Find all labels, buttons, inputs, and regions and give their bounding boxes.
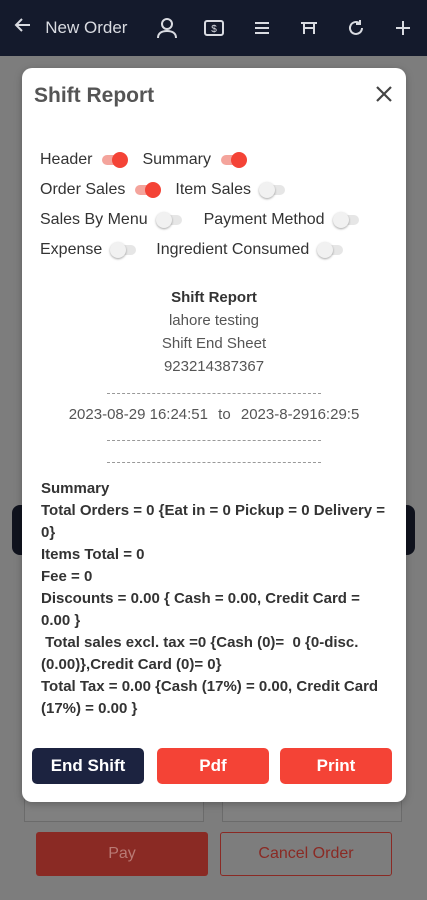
option-label: Expense xyxy=(40,241,103,258)
menu-icon[interactable] xyxy=(238,0,285,56)
item-sales-toggle[interactable] xyxy=(258,181,287,199)
plus-icon[interactable] xyxy=(380,0,427,56)
options-row: Expense Ingredient Consumed xyxy=(40,241,345,259)
cash-register-icon[interactable]: $ xyxy=(191,0,238,56)
option-payment-method: Payment Method xyxy=(204,211,361,229)
option-label: Summary xyxy=(142,151,211,168)
app-topbar: New Order $ xyxy=(0,0,427,56)
print-button[interactable]: Print xyxy=(280,748,392,784)
store-phone: 923214387367 xyxy=(163,358,265,375)
shift-report-dialog: Shift Report Header Summary Order Sales … xyxy=(22,68,406,802)
ingredient-consumed-toggle[interactable] xyxy=(317,241,345,259)
dialog-title: Shift Report xyxy=(34,84,155,107)
option-summary: Summary xyxy=(142,151,247,169)
summary-line: Discounts = 0.00 { Cash = 0.00, Credit C… xyxy=(41,590,360,629)
summary-section: Summary Total Orders = 0 {Eat in = 0 Pic… xyxy=(41,478,393,720)
option-label: Ingredient Consumed xyxy=(156,241,310,258)
divider xyxy=(107,440,321,441)
option-label: Header xyxy=(40,151,93,168)
summary-line: Total Orders = 0 {Eat in = 0 Pickup = 0 … xyxy=(41,502,386,541)
close-icon[interactable] xyxy=(372,82,396,106)
report-header: Shift Report lahore testing Shift End Sh… xyxy=(22,286,406,378)
range-separator: to xyxy=(218,406,231,423)
option-expense: Expense xyxy=(40,241,138,259)
options-row: Sales By Menu Payment Method xyxy=(40,211,361,229)
refresh-icon[interactable] xyxy=(333,0,380,56)
summary-toggle[interactable] xyxy=(219,151,247,169)
option-label: Payment Method xyxy=(203,211,325,228)
page-title: New Order xyxy=(45,18,128,37)
summary-line: Total Tax = 0.00 {Cash (17%) = 0.00, Cre… xyxy=(41,678,379,717)
divider xyxy=(107,393,321,394)
option-header: Header xyxy=(40,151,129,169)
svg-text:$: $ xyxy=(212,24,218,35)
divider xyxy=(107,462,321,463)
store-name: lahore testing xyxy=(168,312,260,329)
order-sales-toggle[interactable] xyxy=(133,181,162,199)
options-row: Order Sales Item Sales xyxy=(40,181,287,199)
options-row: Header Summary xyxy=(40,151,247,169)
report-subtitle: Shift End Sheet xyxy=(161,335,267,352)
summary-heading: Summary xyxy=(41,480,110,497)
option-ingredient-consumed: Ingredient Consumed xyxy=(156,241,345,259)
summary-line: Fee = 0 xyxy=(41,568,93,585)
arrow-left-icon[interactable] xyxy=(0,16,45,40)
option-label: Order Sales xyxy=(40,181,126,198)
option-sales-by-menu: Sales By Menu xyxy=(40,211,184,229)
end-shift-button[interactable]: End Shift xyxy=(32,748,144,784)
summary-line: Total sales excl. tax =0 {Cash (0)= 0 {0… xyxy=(41,634,359,673)
shift-date-range: 2023-08-29 16:24:51 to 2023-8-2916:29:5 xyxy=(22,406,406,423)
option-item-sales: Item Sales xyxy=(175,181,287,199)
pay-button[interactable]: Pay xyxy=(36,832,208,876)
option-label: Sales By Menu xyxy=(40,211,148,228)
summary-line: Items Total = 0 xyxy=(41,546,145,563)
shift-end: 2023-8-2916:29:5 xyxy=(240,406,360,423)
shift-start: 2023-08-29 16:24:51 xyxy=(68,406,208,423)
option-order-sales: Order Sales xyxy=(40,181,162,199)
option-label: Item Sales xyxy=(175,181,251,198)
header-toggle[interactable] xyxy=(100,151,129,169)
report-title: Shift Report xyxy=(171,289,257,306)
sales-by-menu-toggle[interactable] xyxy=(155,211,184,229)
user-icon[interactable] xyxy=(144,0,191,56)
expense-toggle[interactable] xyxy=(110,241,138,259)
pdf-button[interactable]: Pdf xyxy=(157,748,269,784)
payment-method-toggle[interactable] xyxy=(332,211,361,229)
table-icon[interactable] xyxy=(285,0,332,56)
cancel-order-button[interactable]: Cancel Order xyxy=(220,832,392,876)
